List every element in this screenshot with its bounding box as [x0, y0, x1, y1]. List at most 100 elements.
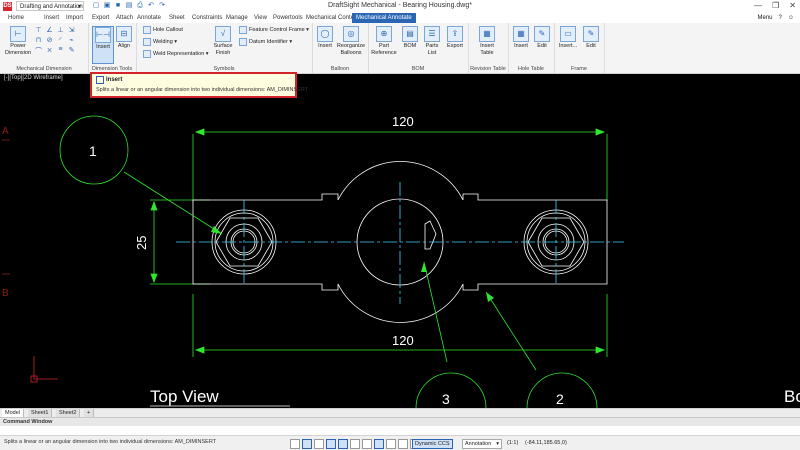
hole-table-icon: ▦	[513, 26, 529, 42]
group-balloon: ◯ Insert ◎ Reorganize Balloons Balloon	[312, 23, 369, 73]
group-label: Frame	[571, 66, 587, 72]
angular-dim-icon[interactable]: ∠	[44, 26, 55, 36]
tab-insert[interactable]: Insert	[44, 13, 59, 23]
dimension-icon-grid: ⊤ ∠ ⊥ ⇲ ⊓ ⊘ ◜ ⌁ ⌒ ⨯ ≡ ✎	[33, 26, 77, 58]
group-dimension-tools: ⊢⊣ Insert ⊟ Align Dimension Tools	[88, 23, 137, 73]
bom-label: BOM	[403, 43, 417, 49]
balloon-3[interactable]	[415, 372, 487, 408]
tab-attach[interactable]: Attach	[116, 13, 133, 23]
break-dim-icon[interactable]: ⨯	[44, 46, 55, 56]
grid-toggle-icon[interactable]	[302, 439, 312, 449]
help-icon[interactable]: ?	[779, 13, 782, 23]
dimension-top-text: 120	[392, 114, 414, 129]
frame-edit-button[interactable]: ✎ Edit	[583, 26, 599, 50]
surface-finish-icon: √	[215, 26, 231, 42]
reorganize-balloons-icon: ◎	[343, 26, 359, 42]
baseline-dim-icon[interactable]: ⊓	[33, 36, 44, 46]
polar-toggle-icon[interactable]	[326, 439, 336, 449]
status-message: Splits a linear or an angular dimension …	[4, 439, 217, 445]
feature-control-frame-button[interactable]: Feature Control Frame ▾	[239, 26, 309, 34]
snap-toggle-icon[interactable]	[290, 439, 300, 449]
annotation-select[interactable]: Annotation ▾	[462, 439, 502, 449]
weld-representation-button[interactable]: Weld Representation ▾	[143, 50, 209, 58]
cursor-coordinates: (-84.11,185.65,0)	[525, 440, 567, 446]
part-reference-icon: ⊕	[376, 26, 392, 42]
menu-button[interactable]: Menu	[758, 13, 773, 23]
insert-dimension-button[interactable]: ⊢⊣ Insert	[92, 26, 114, 64]
jog-dim-icon[interactable]: ⌁	[66, 36, 77, 46]
drawing-canvas[interactable]: [-][Top][2D Wireframe] A B 120 120 25 1 …	[0, 74, 800, 408]
radius-dim-icon[interactable]: ◜	[55, 36, 66, 46]
lineweight-toggle-icon[interactable]	[362, 439, 372, 449]
group-label: Mechanical Dimension	[16, 66, 72, 72]
align-button[interactable]: ⊟ Align	[115, 26, 133, 50]
part-reference-label: Part Reference	[371, 43, 397, 56]
hole-callout-button[interactable]: Hole Callout	[143, 26, 183, 34]
command-input[interactable]	[0, 426, 800, 435]
hole-table-insert-button[interactable]: ▦ Insert	[512, 26, 530, 50]
tab-mechanical-annotate[interactable]: Mechanical Annotate	[352, 13, 416, 23]
quick-input-toggle-icon[interactable]	[374, 439, 384, 449]
selection-toggle-icon[interactable]	[398, 439, 408, 449]
datum-identifier-icon	[239, 38, 247, 46]
dynamic-ccs-toggle[interactable]: Dynamic CCS	[412, 439, 453, 449]
user-icon[interactable]: ☺	[788, 13, 794, 23]
diameter-dim-icon[interactable]: ⊘	[44, 36, 55, 46]
isometric-toggle-icon[interactable]	[386, 439, 396, 449]
edit-dim-icon[interactable]: ✎	[66, 46, 77, 56]
tab-sheet[interactable]: Sheet	[169, 13, 185, 23]
tooltip-title: Insert	[96, 76, 122, 84]
command-window-header[interactable]: Command Window	[0, 417, 800, 426]
group-frame: ▭ Insert... ✎ Edit Frame	[554, 23, 605, 73]
annotation-select-value: Annotation	[465, 441, 492, 447]
tooltip-title-text: Insert	[106, 77, 123, 83]
tab-manage[interactable]: Manage	[226, 13, 248, 23]
reorganize-balloons-label: Reorganize Balloons	[336, 43, 366, 56]
hole-table-edit-button[interactable]: ✎ Edit	[534, 26, 550, 50]
frame-insert-icon: ▭	[560, 26, 576, 42]
arc-dim-icon[interactable]: ⌒	[33, 46, 44, 56]
tab-constraints[interactable]: Constraints	[192, 13, 222, 23]
tab-home[interactable]: Home	[8, 13, 24, 23]
balloon-2-arrow	[486, 292, 494, 302]
tab-powertools[interactable]: Powertools	[273, 13, 303, 23]
power-dimension-button[interactable]: ⊢ Power Dimension	[3, 26, 33, 57]
balloon-icon: ◯	[317, 26, 333, 42]
linear-dim-icon[interactable]: ⊤	[33, 26, 44, 36]
group-hole-table: ▦ Insert ✎ Edit Hole Table	[508, 23, 555, 73]
datum-identifier-button[interactable]: Datum Identifier ▾	[239, 38, 292, 46]
close-button[interactable]: ✕	[789, 1, 796, 10]
tab-view[interactable]: View	[254, 13, 267, 23]
status-bar: Splits a linear or an angular dimension …	[0, 435, 800, 450]
etrack-toggle-icon[interactable]	[350, 439, 360, 449]
chevron-down-icon: ▾	[287, 39, 293, 45]
bom-button[interactable]: ▤ BOM	[402, 26, 418, 50]
insert-table-button[interactable]: ▦ Insert Table	[474, 26, 500, 57]
minimize-button[interactable]: —	[754, 1, 762, 10]
bom-export-button[interactable]: ⇪ Export	[446, 26, 464, 50]
ordinate-dim-icon[interactable]: ⊥	[55, 26, 66, 36]
insert-dimension-label: Insert	[96, 44, 110, 50]
balloon-insert-button[interactable]: ◯ Insert	[316, 26, 334, 50]
insert-table-label: Insert Table	[480, 43, 494, 56]
restore-button[interactable]: ❐	[772, 1, 779, 10]
dimension-bottom-text: 120	[392, 333, 414, 348]
frame-edit-icon: ✎	[583, 26, 599, 42]
tab-annotate[interactable]: Annotate	[137, 13, 161, 23]
parts-list-button[interactable]: ☰ Parts List	[421, 26, 443, 57]
welding-button[interactable]: Welding ▾	[143, 38, 177, 46]
space-dim-icon[interactable]: ≡	[55, 46, 66, 56]
frame-insert-button[interactable]: ▭ Insert...	[557, 26, 579, 50]
hole-table-edit-label: Edit	[537, 43, 547, 49]
surface-finish-button[interactable]: √ Surface Finish	[210, 26, 236, 57]
reorganize-balloons-button[interactable]: ◎ Reorganize Balloons	[336, 26, 366, 57]
chain-dim-icon[interactable]: ⇲	[66, 26, 77, 36]
tab-import[interactable]: Import	[66, 13, 83, 23]
tab-export[interactable]: Export	[92, 13, 109, 23]
esnap-toggle-icon[interactable]	[338, 439, 348, 449]
annotation-scale[interactable]: (1:1)	[507, 439, 518, 447]
ortho-toggle-icon[interactable]	[314, 439, 324, 449]
part-reference-button[interactable]: ⊕ Part Reference	[371, 26, 397, 57]
group-label: Balloon	[330, 66, 350, 72]
balloon-1-arrow	[211, 226, 222, 234]
